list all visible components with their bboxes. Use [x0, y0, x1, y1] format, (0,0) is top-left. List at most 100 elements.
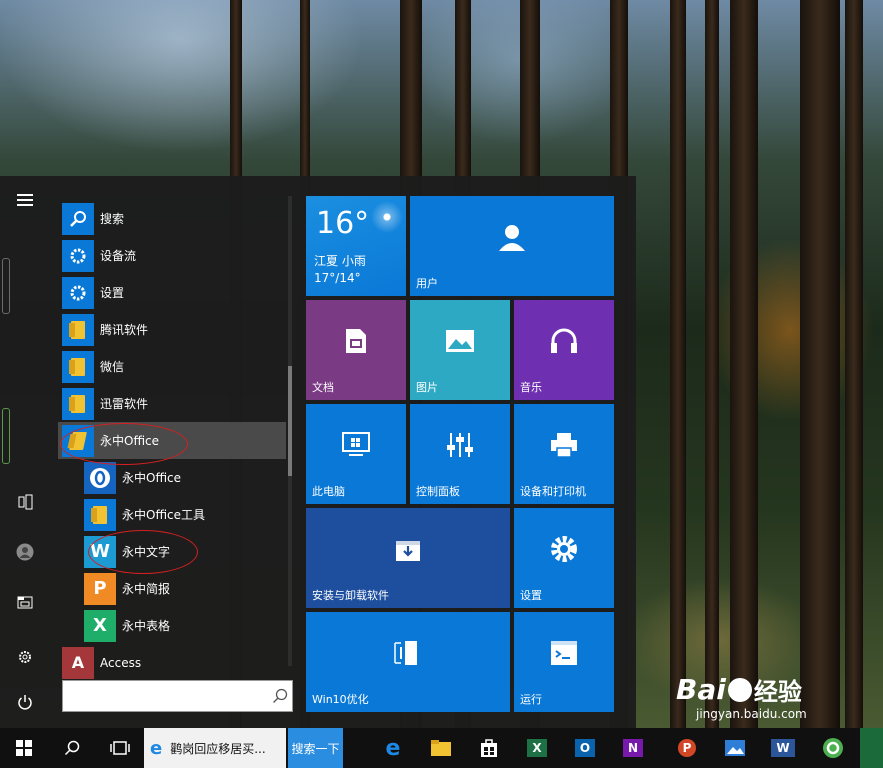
- tile-install-uninstall[interactable]: 安装与卸载软件: [306, 508, 510, 608]
- tile-win10-optimize[interactable]: Win10优化: [306, 612, 510, 712]
- install-box-icon: [306, 508, 510, 590]
- app-label: 迅雷软件: [100, 397, 149, 411]
- start-menu: 搜索 设备流 设置 腾讯软件 微信 迅雷软件 永中Office 永中Office…: [0, 176, 636, 728]
- app-label: 微信: [100, 360, 125, 374]
- power-icon[interactable]: [0, 684, 50, 720]
- app-settings[interactable]: 设置: [58, 274, 286, 311]
- tile-label: 图片: [416, 381, 438, 394]
- app-list-scroll-thumb[interactable]: [288, 366, 292, 476]
- gear-icon: [62, 276, 94, 309]
- folder-icon: [62, 350, 94, 383]
- user-icon[interactable]: [0, 534, 50, 570]
- hamburger-icon[interactable]: [0, 182, 50, 218]
- gear-icon: [62, 239, 94, 272]
- optimize-icon: [306, 612, 510, 694]
- gear-icon: [514, 508, 614, 590]
- file-explorer-icon[interactable]: [0, 584, 50, 620]
- file-explorer-icon[interactable]: [418, 728, 464, 768]
- app-label: 永中表格: [122, 619, 171, 633]
- app-label: 搜索: [100, 212, 125, 226]
- search-input[interactable]: [62, 680, 293, 712]
- tile-this-pc[interactable]: 此电脑: [306, 404, 406, 504]
- outlook-icon[interactable]: O: [562, 728, 608, 768]
- annotation-ellipse: [88, 530, 198, 574]
- tile-label: 设置: [520, 589, 542, 602]
- run-icon: [514, 612, 614, 694]
- windows-logo-icon[interactable]: [0, 728, 48, 768]
- word-icon[interactable]: W: [760, 728, 806, 768]
- app-label: 永中Office工具: [122, 508, 206, 522]
- search-go-button[interactable]: 搜索一下: [288, 728, 343, 768]
- app-wechat-folder[interactable]: 微信: [58, 348, 286, 385]
- folder-icon: [84, 498, 116, 531]
- edge-icon[interactable]: e: [370, 728, 416, 768]
- store-icon[interactable]: [466, 728, 512, 768]
- weather-location: 江夏 小雨: [314, 254, 366, 268]
- paw-icon: [727, 677, 752, 702]
- tile-label: 控制面板: [416, 485, 460, 498]
- app-xunlei-folder[interactable]: 迅雷软件: [58, 385, 286, 422]
- app-label: 设置: [100, 286, 125, 300]
- search-icon: [62, 202, 94, 235]
- yozo-presentation-icon: P: [84, 572, 116, 605]
- app-label: 永中Office: [122, 471, 182, 485]
- weather-temp: 16°: [316, 206, 370, 241]
- yozo-sheet-icon: X: [84, 609, 116, 642]
- yozo-office-icon: [84, 461, 116, 494]
- watermark-brand-cn: 经验: [753, 678, 802, 706]
- task-view-icon[interactable]: [96, 728, 144, 768]
- tile-music[interactable]: 音乐: [514, 300, 614, 400]
- tile-label: Win10优化: [312, 693, 369, 706]
- user-icon: [410, 196, 614, 278]
- search-icon[interactable]: [48, 728, 96, 768]
- sun-icon: [370, 200, 404, 234]
- watermark-brand: Bai: [676, 673, 726, 706]
- headphones-icon: [514, 300, 614, 382]
- folder-icon: [62, 313, 94, 346]
- app-access[interactable]: A Access: [58, 644, 286, 681]
- ie-window-title: 鹳岗回应移居买...: [170, 741, 266, 756]
- app-yozo-office[interactable]: 永中Office: [58, 459, 286, 496]
- tile-label: 用户: [416, 277, 438, 290]
- settings-icon[interactable]: [0, 639, 50, 675]
- annotation-ellipse: [60, 423, 188, 465]
- tablet-icon[interactable]: [0, 484, 50, 520]
- app-device-flow[interactable]: 设备流: [58, 237, 286, 274]
- app-search[interactable]: 搜索: [58, 200, 286, 237]
- app-tencent-folder[interactable]: 腾讯软件: [58, 311, 286, 348]
- tile-label: 文档: [312, 381, 334, 394]
- app-label: 腾讯软件: [100, 323, 149, 337]
- app-label: 设备流: [100, 249, 137, 263]
- printer-icon: [514, 404, 614, 486]
- tile-pictures[interactable]: 图片: [410, 300, 510, 400]
- photos-icon[interactable]: [712, 728, 758, 768]
- tile-label: 设备和打印机: [520, 485, 586, 498]
- tile-control-panel[interactable]: 控制面板: [410, 404, 510, 504]
- access-icon: A: [62, 646, 94, 679]
- app-yozo-presentation[interactable]: P 永中简报: [58, 570, 286, 607]
- watermark-url: jingyan.baidu.com: [696, 707, 807, 721]
- powerpoint-icon[interactable]: P: [664, 728, 710, 768]
- tile-devices-printers[interactable]: 设备和打印机: [514, 404, 614, 504]
- app-yozo-tools-folder[interactable]: 永中Office工具: [58, 496, 286, 533]
- scroll-indicator-bottom: [2, 408, 10, 464]
- scroll-indicator-top: [2, 258, 10, 314]
- tile-settings[interactable]: 设置: [514, 508, 614, 608]
- app-icon[interactable]: [860, 728, 883, 768]
- onenote-icon[interactable]: N: [610, 728, 656, 768]
- ie-icon: e: [150, 737, 163, 759]
- tile-label: 运行: [520, 693, 542, 706]
- tile-weather[interactable]: 16° 江夏 小雨 17°/14°: [306, 196, 406, 296]
- baidu-watermark: Bai 经验 jingyan.baidu.com: [676, 672, 807, 721]
- weather-range: 17°/14°: [314, 271, 361, 285]
- app-label: Access: [100, 655, 142, 670]
- app-yozo-sheet[interactable]: X 永中表格: [58, 607, 286, 644]
- tile-documents[interactable]: 文档: [306, 300, 406, 400]
- document-icon: [306, 300, 406, 382]
- tile-run[interactable]: 运行: [514, 612, 614, 712]
- excel-icon[interactable]: X: [514, 728, 560, 768]
- 360-icon[interactable]: [810, 728, 856, 768]
- tile-user[interactable]: 用户: [410, 196, 614, 296]
- search-icon: [273, 688, 288, 703]
- ie-window-button[interactable]: e 鹳岗回应移居买...: [144, 728, 286, 768]
